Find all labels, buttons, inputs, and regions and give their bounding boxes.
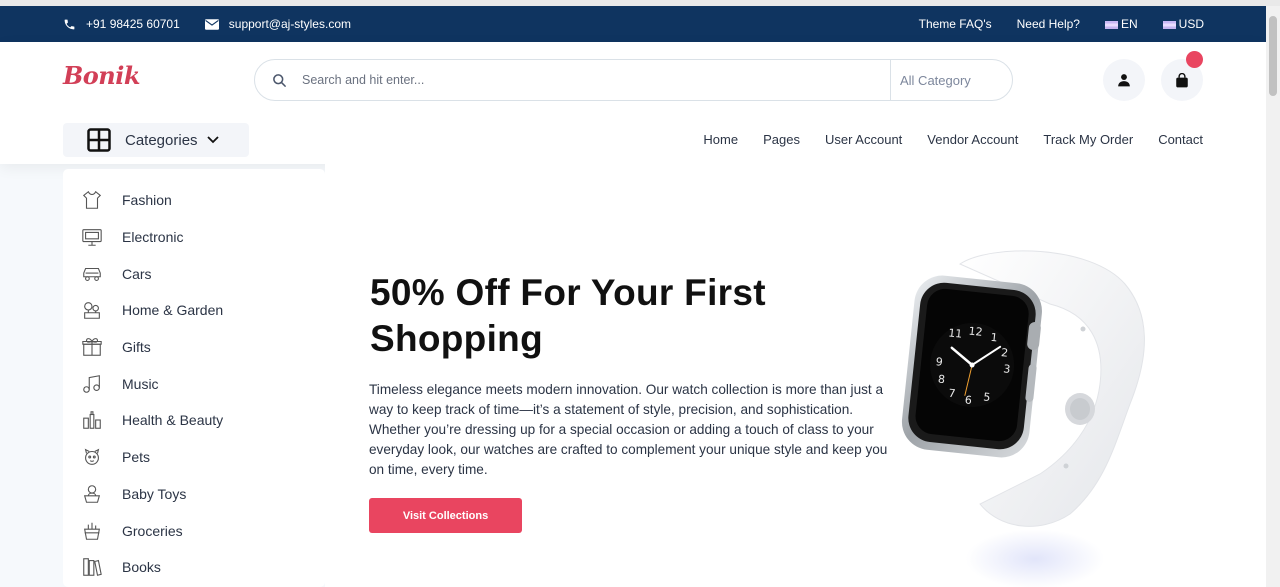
sidebar-item-health-beauty[interactable]: Health & Beauty: [63, 402, 325, 439]
car-icon: [80, 262, 104, 286]
baby-toys-icon: [80, 482, 104, 506]
cart-badge: [1186, 51, 1203, 68]
theme-faq-link[interactable]: Theme FAQ's: [919, 17, 992, 31]
shopping-bag-icon: [1176, 72, 1188, 87]
language-label: EN: [1120, 17, 1138, 31]
hero-description: Timeless elegance meets modern innovatio…: [369, 382, 888, 477]
sidebar-item-label: Books: [122, 559, 161, 576]
watch-numeral-9: 9: [935, 355, 943, 369]
grid-icon: [87, 128, 111, 152]
search-input[interactable]: [302, 73, 890, 87]
watch-numeral-8: 8: [937, 373, 945, 387]
sidebar-item-label: Fashion: [122, 192, 172, 209]
need-help-link[interactable]: Need Help?: [1017, 17, 1080, 31]
sidebar-item-label: Health & Beauty: [122, 412, 224, 429]
hero-glow: [965, 529, 1105, 587]
watch-numeral-5: 5: [983, 390, 991, 404]
sidebar-item-label: Gifts: [122, 339, 151, 356]
main-nav: Home Pages User Account Vendor Account T…: [678, 132, 1203, 147]
sidebar-item-pets[interactable]: Pets: [63, 439, 325, 476]
sidebar-item-baby-toys[interactable]: Baby Toys: [63, 476, 325, 513]
phone-number: +91 98425 60701: [86, 17, 180, 31]
nav-home[interactable]: Home: [703, 132, 738, 147]
sidebar-item-home-garden[interactable]: Home & Garden: [63, 292, 325, 329]
user-icon: [1118, 74, 1130, 87]
hero-title: 50% Off For Your First Shopping: [370, 272, 766, 359]
nav-user-account[interactable]: User Account: [825, 132, 902, 147]
search-bar: All Category: [254, 59, 1013, 101]
pet-icon: [80, 445, 104, 469]
categories-button[interactable]: Categories: [63, 123, 249, 157]
sidebar-item-label: Home & Garden: [122, 302, 224, 319]
watch-numeral-6: 6: [964, 393, 972, 407]
currency-label: USD: [1178, 17, 1204, 31]
flag-icon: [1162, 20, 1176, 29]
nav-track-order[interactable]: Track My Order: [1043, 132, 1133, 147]
category-sidebar: Fashion Electronic Cars Home & Garden Gi…: [63, 169, 325, 587]
sidebar-item-label: Music: [122, 375, 159, 392]
chevron-down-icon: [206, 136, 219, 144]
site-logo[interactable]: Bonik: [63, 61, 141, 90]
smartwatch-image: 11 12 1 2 3 5 6 7 8 9: [901, 250, 1145, 527]
language-selector[interactable]: EN: [1104, 17, 1138, 31]
scrollbar-thumb[interactable]: [1269, 16, 1277, 96]
email-address: support@aj-styles.com: [228, 17, 351, 31]
nav-contact[interactable]: Contact: [1158, 132, 1203, 147]
watch-numeral-1: 1: [990, 331, 998, 345]
sidebar-item-groceries[interactable]: Groceries: [63, 512, 325, 549]
home-garden-icon: [80, 298, 104, 322]
fashion-icon: [80, 188, 104, 212]
gift-icon: [80, 335, 104, 359]
watch-numeral-3: 3: [1003, 362, 1011, 376]
nav-pages[interactable]: Pages: [763, 132, 800, 147]
sidebar-item-cars[interactable]: Cars: [63, 255, 325, 292]
categories-label: Categories: [125, 131, 198, 149]
phone-icon: [64, 19, 75, 29]
music-icon: [80, 372, 104, 396]
page-scrollbar[interactable]: [1266, 6, 1280, 587]
main-header: Bonik All Category Categories Home Pages…: [0, 42, 1266, 164]
sidebar-item-gifts[interactable]: Gifts: [63, 329, 325, 366]
sidebar-item-label: Groceries: [122, 522, 183, 539]
flag-icon: [1104, 20, 1118, 29]
sidebar-item-fashion[interactable]: Fashion: [63, 182, 325, 219]
email-contact[interactable]: support@aj-styles.com: [204, 17, 351, 31]
books-icon: [80, 555, 104, 579]
electronic-icon: [80, 225, 104, 249]
mail-icon: [204, 18, 219, 30]
sidebar-item-music[interactable]: Music: [63, 365, 325, 402]
category-select[interactable]: All Category: [890, 60, 1012, 100]
groceries-icon: [80, 519, 104, 543]
nav-vendor-account[interactable]: Vendor Account: [927, 132, 1018, 147]
watch-numeral-2: 2: [1000, 346, 1008, 360]
visit-collections-button[interactable]: Visit Collections: [369, 498, 522, 533]
watch-numeral-12: 12: [968, 324, 983, 338]
top-bar: +91 98425 60701 support@aj-styles.com Th…: [0, 6, 1266, 42]
sidebar-item-label: Baby Toys: [122, 485, 187, 502]
sidebar-item-label: Pets: [122, 449, 151, 466]
phone-contact[interactable]: +91 98425 60701: [63, 17, 180, 31]
account-button[interactable]: [1103, 59, 1145, 101]
search-icon[interactable]: [272, 73, 287, 88]
health-beauty-icon: [80, 408, 104, 432]
hero-banner: 50% Off For Your First Shopping Timeless…: [325, 164, 1266, 587]
sidebar-item-label: Electronic: [122, 229, 184, 246]
sidebar-item-label: Cars: [122, 265, 152, 282]
sidebar-item-books[interactable]: Books: [63, 549, 325, 586]
sidebar-item-electronic[interactable]: Electronic: [63, 219, 325, 256]
watch-numeral-7: 7: [948, 387, 956, 401]
currency-selector[interactable]: USD: [1162, 17, 1204, 31]
watch-numeral-11: 11: [948, 326, 963, 340]
